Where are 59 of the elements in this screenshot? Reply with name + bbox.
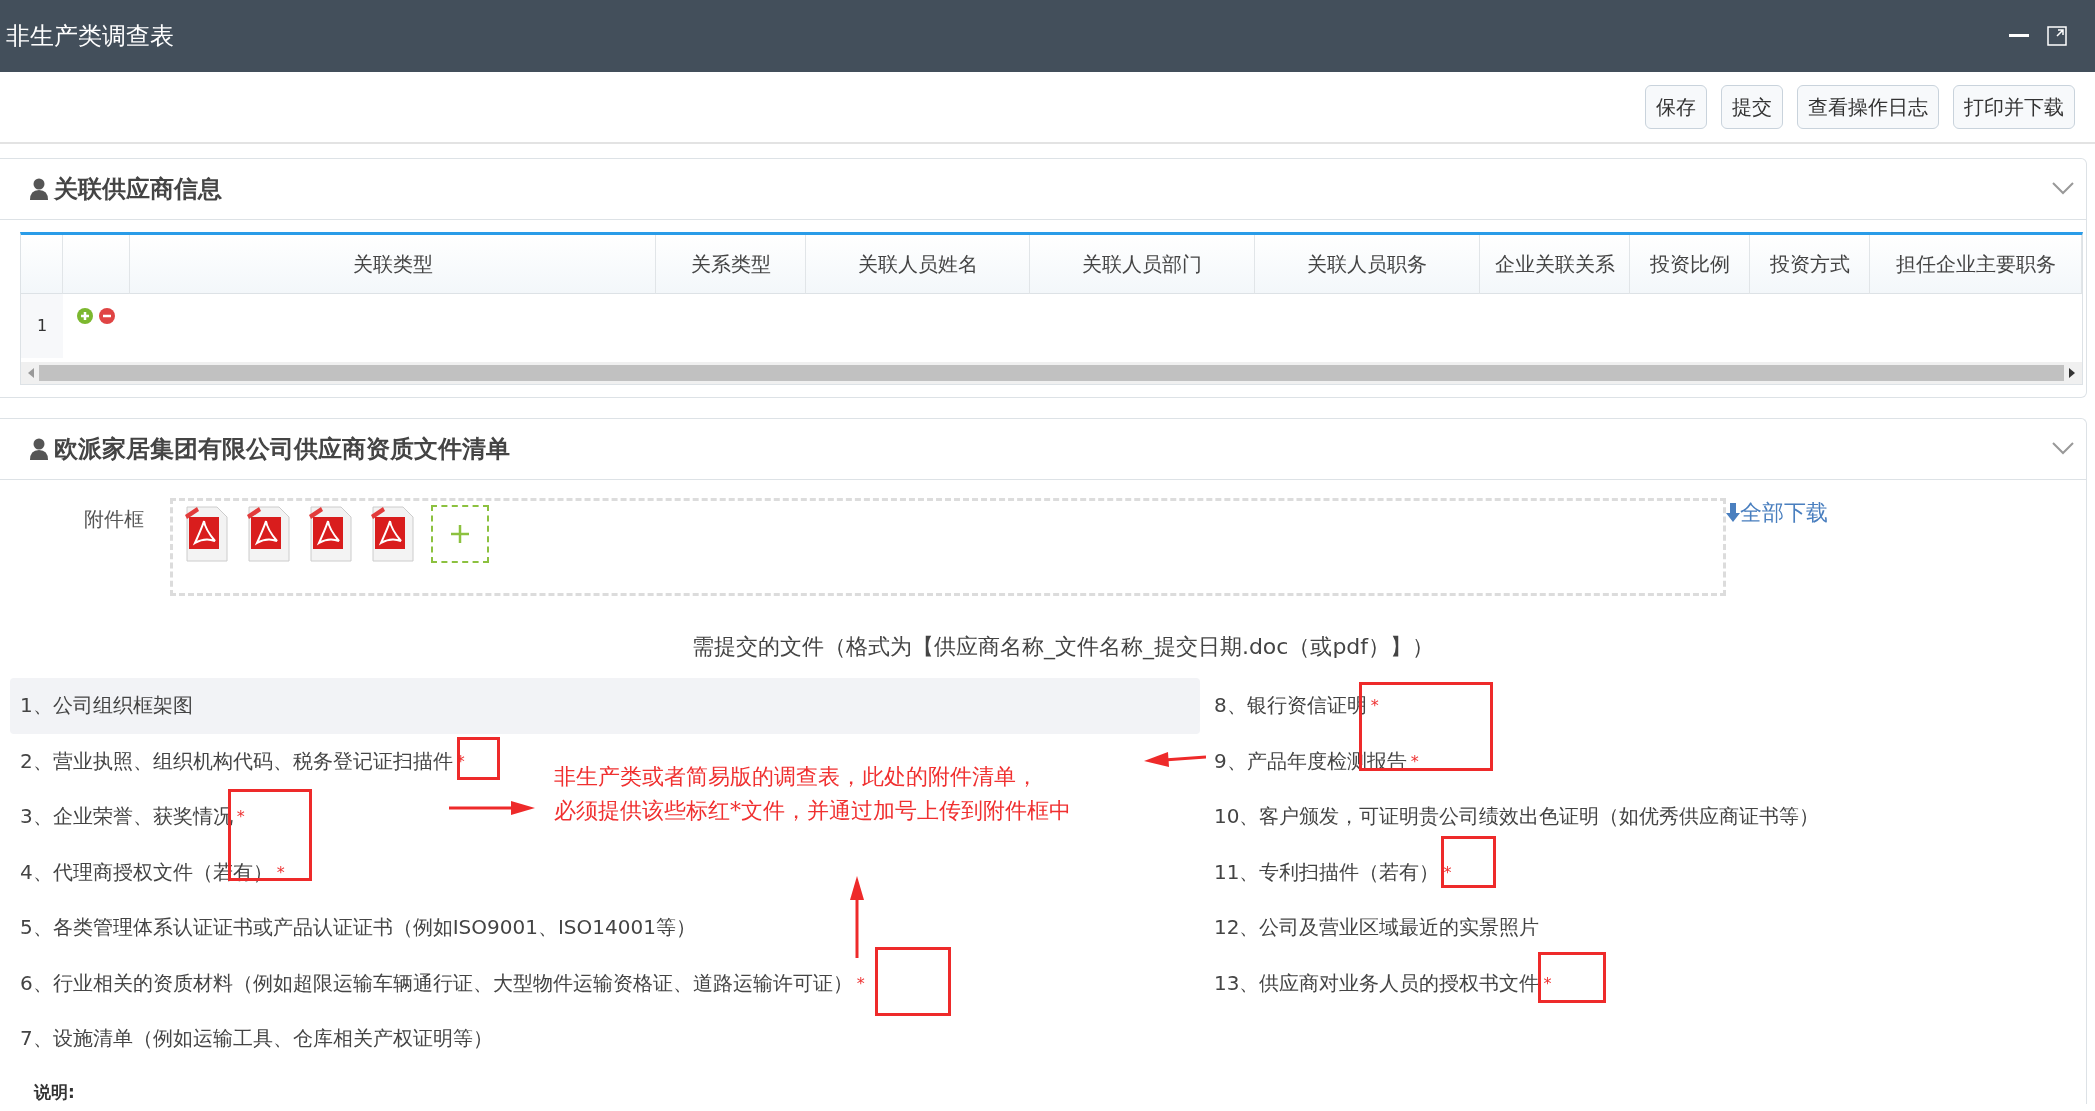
- attachment-label: 附件框: [84, 506, 145, 533]
- notes-label: 说明:: [32, 1080, 76, 1104]
- row-number: 1: [21, 294, 63, 358]
- column-header: 投资比例: [1630, 235, 1750, 294]
- pdf-file-icon[interactable]: [369, 505, 415, 563]
- document-requirement: 13、供应商对业务人员的授权书文件: [1214, 969, 1540, 997]
- required-mark: *: [1370, 696, 1379, 716]
- toolbar-button[interactable]: 查看操作日志: [1797, 85, 1939, 129]
- required-mark: *: [856, 973, 865, 993]
- user-icon: [30, 178, 48, 200]
- pdf-file-icon[interactable]: [183, 505, 229, 563]
- column-header: 投资方式: [1750, 235, 1870, 294]
- scroll-right-icon[interactable]: [2068, 368, 2076, 378]
- document-requirement: 12、公司及营业区域最近的实景照片: [1214, 914, 1540, 942]
- column-header: 担任企业主要职务: [1870, 235, 2082, 294]
- document-requirement: 5、各类管理体系认证证书或产品认证证书（例如ISO9001、ISO14001等）: [20, 914, 696, 942]
- horizontal-scrollbar[interactable]: [21, 362, 2082, 384]
- required-mark: *: [1410, 751, 1419, 771]
- chevron-down-icon[interactable]: [2052, 442, 2074, 456]
- plus-icon: [449, 523, 471, 545]
- pdf-file-icon[interactable]: [245, 505, 291, 563]
- column-header: 关联人员部门: [1030, 235, 1255, 294]
- annotation-box: [457, 737, 500, 780]
- column-header: 企业关联关系: [1480, 235, 1630, 294]
- section-title: 欧派家居集团有限公司供应商资质文件清单: [54, 434, 510, 465]
- required-mark: *: [1543, 973, 1552, 993]
- annotation-box: [1538, 952, 1606, 1003]
- window-title: 非生产类调查表: [6, 21, 174, 52]
- document-requirement: 11、专利扫描件（若有）: [1214, 858, 1440, 886]
- column-header: 关联类型: [130, 235, 656, 294]
- document-requirement: 1、公司组织框架图: [20, 692, 193, 720]
- download-icon: [1726, 503, 1740, 523]
- document-requirement: 7、设施清单（例如运输工具、仓库相关产权证明等）: [20, 1025, 493, 1053]
- annotation-text: 非生产类或者简易版的调查表，此处的附件清单， 必须提供该些标红*文件，并通过加号上传到附件框中: [554, 763, 1071, 825]
- column-header: 关系类型: [656, 235, 806, 294]
- minimize-icon[interactable]: [2009, 34, 2029, 38]
- user-icon: [30, 438, 48, 460]
- remove-icon[interactable]: [99, 308, 115, 324]
- toolbar-button[interactable]: 保存: [1645, 85, 1707, 129]
- required-mark: *: [236, 807, 245, 827]
- toolbar-button[interactable]: 打印并下载: [1953, 85, 2075, 129]
- pdf-file-icon[interactable]: [307, 505, 353, 563]
- required-mark: *: [1443, 862, 1452, 882]
- column-header: 关联人员职务: [1255, 235, 1480, 294]
- chevron-down-icon[interactable]: [2052, 182, 2074, 196]
- documents-heading: 需提交的文件（格式为【供应商名称_文件名称_提交日期.doc（或pdf）】）: [690, 633, 1436, 662]
- toolbar-button[interactable]: 提交: [1721, 85, 1783, 129]
- section-title: 关联供应商信息: [54, 174, 222, 205]
- document-requirement: 6、行业相关的资质材料（例如超限运输车辆通行证、大型物件运输资格证、道路运输许可证）: [20, 969, 853, 997]
- header-cell: [21, 235, 63, 294]
- document-requirement: 2、营业执照、组织机构代码、税务登记证扫描件: [20, 747, 453, 775]
- maximize-icon[interactable]: [2047, 26, 2067, 46]
- header-cell: [63, 235, 130, 294]
- column-header: 关联人员姓名: [806, 235, 1030, 294]
- annotation-box: [1441, 836, 1496, 888]
- required-mark: *: [276, 862, 285, 882]
- attachment-dropzone[interactable]: [170, 498, 1726, 596]
- download-all-link[interactable]: 全部下载: [1726, 498, 1828, 528]
- document-requirement: 10、客户颁发，可证明贵公司绩效出色证明（如优秀供应商证书等）: [1214, 803, 1820, 831]
